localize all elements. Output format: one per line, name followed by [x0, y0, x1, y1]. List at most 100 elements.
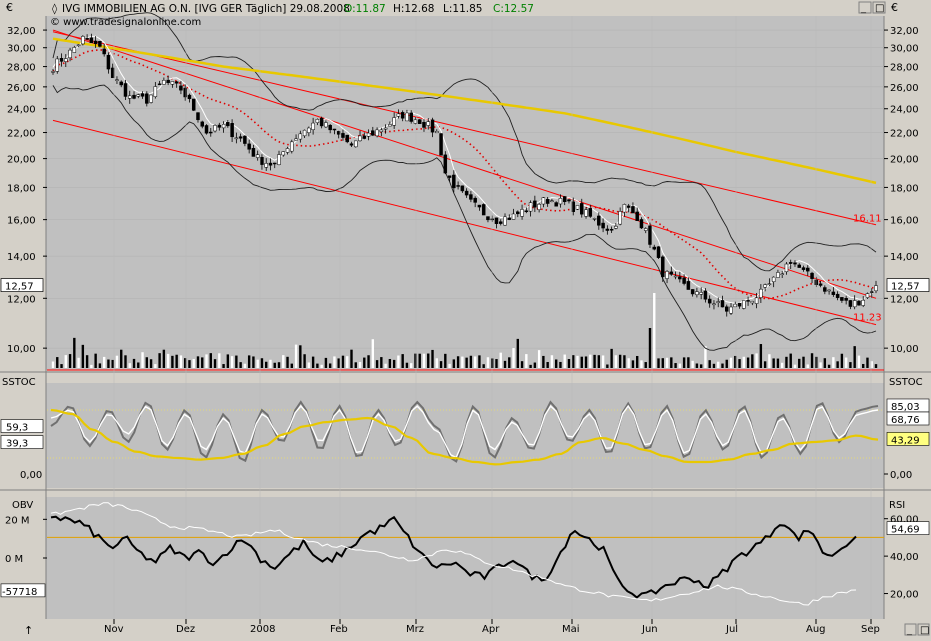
- volume-bar: [866, 357, 869, 368]
- volume-bar: [333, 356, 336, 368]
- last-price-label-left: 12,57: [5, 282, 34, 293]
- sstoc-value-label: 85,03: [891, 402, 920, 413]
- volume-bar: [798, 358, 801, 368]
- volume-bar: [85, 355, 89, 368]
- candle-body: [477, 204, 482, 208]
- volume-bar: [439, 361, 443, 368]
- volume-bar: [695, 363, 699, 368]
- candle-body: [247, 143, 251, 150]
- candle-body: [678, 276, 682, 280]
- candle-body: [498, 221, 503, 224]
- candle-body: [793, 262, 797, 265]
- candle-body: [848, 300, 853, 307]
- volume-bar: [563, 354, 566, 368]
- rsi-ytick-label: 20,00: [890, 590, 919, 601]
- x-tick-label: Mai: [562, 624, 580, 635]
- volume-bar: [154, 364, 157, 368]
- candle-body: [435, 131, 439, 134]
- price-left-label: €: [6, 1, 13, 14]
- candle-body: [119, 81, 123, 86]
- price-ytick-label-right: 16,00: [890, 216, 919, 227]
- scroll-up-icon[interactable]: ↑: [24, 624, 33, 637]
- volume-bar: [648, 328, 652, 368]
- candle-body: [874, 285, 878, 292]
- volume-bar: [115, 355, 119, 368]
- candle-body: [162, 80, 166, 85]
- volume-bar: [179, 355, 183, 368]
- candle-body: [545, 198, 550, 204]
- volume-bar: [601, 355, 605, 368]
- candle-body: [806, 267, 810, 272]
- volume-bar: [132, 358, 136, 368]
- candle-body: [230, 123, 234, 138]
- volume-bar: [367, 355, 370, 368]
- candle-body: [307, 127, 311, 133]
- candle-body: [255, 154, 260, 158]
- candle-body: [869, 291, 874, 293]
- volume-bar: [802, 356, 805, 368]
- open-value: O:11.87: [344, 3, 386, 15]
- candle-body: [76, 44, 81, 47]
- candle-body: [857, 300, 861, 306]
- candle-body: [115, 79, 119, 81]
- candle-body: [341, 133, 345, 138]
- obv-rsi-panel[interactable]: [46, 497, 884, 619]
- symbol-title: IVG IMMOBILIEN AG O.N. [IVG GER Täglich]…: [62, 3, 350, 15]
- volume-bar: [738, 359, 741, 368]
- candle-body: [345, 134, 349, 143]
- candle-body: [221, 123, 226, 129]
- volume-bar: [589, 354, 592, 368]
- candle-body: [801, 267, 806, 270]
- volume-bar: [469, 355, 473, 368]
- candle-body: [366, 132, 371, 137]
- volume-bar: [478, 355, 481, 368]
- candle-body: [55, 58, 60, 72]
- candle-body: [626, 205, 631, 208]
- volume-bar: [503, 360, 507, 368]
- volume-bar: [68, 354, 72, 368]
- volume-bar: [665, 357, 669, 368]
- candle-body: [481, 204, 486, 216]
- candle-body: [746, 300, 750, 302]
- price-ytick-label-right: 14,00: [890, 252, 919, 263]
- volume-bar: [448, 363, 451, 368]
- candle-body: [298, 133, 303, 140]
- candle-body: [379, 129, 384, 133]
- candle-body: [861, 299, 865, 306]
- volume-bar: [631, 360, 635, 368]
- x-tick-label: Nov: [104, 624, 124, 635]
- volume-bar: [725, 359, 728, 368]
- candle-body: [59, 58, 64, 62]
- volume-bar: [222, 364, 225, 368]
- candle-body: [541, 197, 546, 205]
- volume-bar: [346, 356, 349, 368]
- volume-bar: [384, 363, 387, 368]
- volume-bar: [239, 362, 242, 368]
- volume-bar: [230, 356, 234, 368]
- candle-body: [281, 151, 286, 156]
- volume-bar: [431, 349, 434, 368]
- volume-bar: [149, 359, 153, 368]
- candle-body: [592, 218, 597, 220]
- candle-body: [533, 200, 537, 208]
- volume-bar: [290, 363, 293, 368]
- volume-bar: [746, 357, 750, 368]
- candle-body: [780, 273, 784, 275]
- volume-bar: [623, 355, 626, 368]
- volume-bar: [699, 364, 703, 368]
- candle-body: [456, 185, 460, 187]
- price-ytick-label-right: 26,00: [890, 83, 919, 94]
- price-ytick-label-left: 28,00: [7, 63, 36, 74]
- volume-bar: [554, 359, 558, 368]
- candle-body: [575, 205, 580, 210]
- volume-bar: [755, 353, 758, 368]
- volume-bar: [235, 355, 238, 368]
- volume-bar: [785, 356, 788, 368]
- candle-body: [507, 217, 512, 220]
- candle-body: [759, 288, 763, 298]
- candle-body: [132, 94, 136, 99]
- candle-body: [554, 202, 558, 207]
- volume-bar: [674, 363, 677, 368]
- volume-bar: [175, 354, 178, 368]
- candle-body: [315, 119, 320, 123]
